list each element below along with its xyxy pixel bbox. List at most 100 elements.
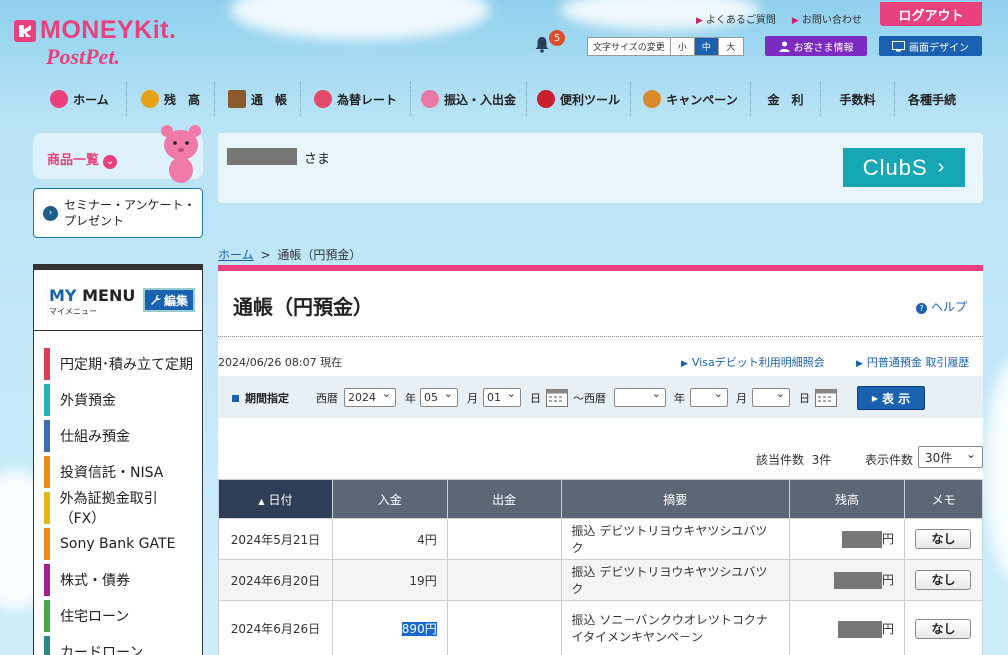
top-links: ▶ よくあるご質問 ▶ お問い合わせ <box>696 11 862 26</box>
passbook-table: ▲ 日付 入金 出金 摘要 残高 メモ 2024年5月21日 4円 振込 デビツト… <box>218 479 984 655</box>
nav-fees[interactable]: 手数料 <box>821 82 895 116</box>
breadcrumb-current: 通帳（円預金） <box>277 248 362 262</box>
from-year-select[interactable]: 2024 <box>344 387 396 407</box>
sort-up-icon: ▲ <box>258 496 265 506</box>
nav-home[interactable]: ホーム <box>33 82 127 116</box>
clubs-banner[interactable]: ClubS › <box>843 148 965 187</box>
font-size-label: 文字サイズの変更 <box>588 38 671 55</box>
nav-exchange-rate[interactable]: 為替レート <box>301 82 411 116</box>
cell-memo: なし <box>903 600 984 655</box>
product-list-label: 商品一覧 <box>47 153 100 168</box>
monitor-icon <box>892 40 905 51</box>
cake-icon <box>313 90 332 108</box>
mymenu-subtitle: マイメニュー <box>49 307 97 316</box>
nav-tools[interactable]: 便利ツール <box>527 82 631 116</box>
visa-debit-link[interactable]: ▶ Visaデビット利用明細照会 <box>681 354 825 370</box>
cell-description: 振込 ソニ－バンクウオレツトコクナイタイメンキヤンペ－ン <box>560 600 791 655</box>
to-month-select[interactable] <box>690 387 728 407</box>
postpet-bear-icon <box>161 125 201 183</box>
redacted-balance <box>833 572 882 589</box>
table-row: 2024年6月26日 890円 振込 ソニ－バンクウオレツトコクナイタイメンキヤ… <box>218 600 984 655</box>
col-deposit-header: 入金 <box>331 479 448 519</box>
wrench-icon <box>150 295 161 305</box>
show-button[interactable]: ▶ 表 示 <box>857 386 925 410</box>
screen-design-button[interactable]: 画面デザイン <box>879 36 982 56</box>
k-mark-icon <box>14 20 36 42</box>
era-label: 西暦 <box>316 392 338 405</box>
brand-name: MONEYKit. <box>40 16 177 44</box>
triangle-right-icon: ▶ <box>696 16 703 26</box>
calendar-icon[interactable] <box>815 387 837 407</box>
moneykit-logo[interactable]: MONEYKit. PostPet. <box>14 16 204 74</box>
timestamp: 2024/06/26 08:07 現在 <box>218 356 343 369</box>
help-link[interactable]: ? ヘルプ <box>916 298 967 315</box>
font-size-switch: 文字サイズの変更 小 中 大 <box>587 37 744 56</box>
cell-deposit: 890円 <box>331 600 448 655</box>
transaction-history-link[interactable]: ▶ 円普通預金 取引履歴 <box>856 354 969 370</box>
nav-balance[interactable]: 残 高 <box>127 82 215 116</box>
mymenu-item-stocks-bonds[interactable]: 株式・債券 <box>44 564 194 596</box>
nav-campaign[interactable]: キャンペーン <box>631 82 751 116</box>
mymenu-item-sony-bank-gate[interactable]: Sony Bank GATE <box>44 528 194 560</box>
to-month-unit: 月 <box>736 392 747 405</box>
contact-link[interactable]: ▶ お問い合わせ <box>792 11 862 26</box>
mymenu-item-card-loan[interactable]: カードローン <box>44 636 194 655</box>
cell-balance: 円 <box>789 559 905 601</box>
mymenu-item-fx[interactable]: 外為証拠金取引（FX） <box>44 491 194 527</box>
cell-description: 振込 デビツトリヨウキヤツシユバツク <box>560 559 791 601</box>
chevron-right-icon: › <box>937 156 946 178</box>
result-count: 該当件数 3件 <box>756 453 832 467</box>
nav-interest[interactable]: 金 利 <box>751 82 821 116</box>
seminar-link[interactable]: › セミナー・アンケート・プレゼント <box>33 188 203 238</box>
selected-amount: 890円 <box>401 622 437 636</box>
mymenu-item-structured-deposit[interactable]: 仕組み預金 <box>44 420 194 452</box>
day-unit: 日 <box>530 392 541 405</box>
mymenu-item-investment-trust[interactable]: 投資信託・NISA <box>44 456 194 488</box>
cell-date: 2024年5月21日 <box>218 518 333 560</box>
person-icon <box>779 41 789 52</box>
passbook-panel: 通帳（円預金） ? ヘルプ 2024/06/26 08:07 現在 ▶ Visaデビ… <box>218 265 984 655</box>
font-size-medium[interactable]: 中 <box>694 38 719 55</box>
triangle-right-icon: ▶ <box>856 359 863 369</box>
col-memo-header: メモ <box>903 479 984 519</box>
table-header-row: ▲ 日付 入金 出金 摘要 残高 メモ <box>218 479 984 519</box>
seminar-label: セミナー・アンケート・プレゼント <box>64 198 196 228</box>
mymenu-item-foreign-deposit[interactable]: 外貨預金 <box>44 384 194 416</box>
breadcrumb-home[interactable]: ホーム <box>218 248 254 262</box>
font-size-large[interactable]: 大 <box>719 38 743 55</box>
page-title: 通帳（円預金） <box>233 295 373 319</box>
to-day-select[interactable] <box>752 387 790 407</box>
chevron-right-icon: › <box>43 206 58 221</box>
font-size-small[interactable]: 小 <box>671 38 695 55</box>
nav-transfer[interactable]: 振込・入出金 <box>411 82 527 116</box>
table-row: 2024年6月20日 19円 振込 デビツトリヨウキヤツシユバツク 円 なし <box>218 559 984 601</box>
triangle-right-icon: ▶ <box>871 393 878 403</box>
memo-button[interactable]: なし <box>915 618 972 639</box>
mymenu-item-time-deposit[interactable]: 円定期･積み立て定期 <box>44 348 194 380</box>
per-page-select[interactable]: 30件 <box>918 446 983 468</box>
redacted-balance <box>841 531 882 548</box>
to-year-select[interactable] <box>614 387 666 407</box>
mymenu-item-mortgage[interactable]: 住宅ローン <box>44 600 194 632</box>
period-label: 期間指定 <box>232 390 289 406</box>
memo-button[interactable]: なし <box>915 570 972 590</box>
nav-passbook[interactable]: 通 帳 <box>215 82 301 116</box>
from-day-select[interactable]: 01 <box>483 387 521 407</box>
per-page-label: 表示件数 <box>865 453 914 467</box>
calendar-icon[interactable] <box>546 387 568 407</box>
burger-icon <box>643 90 662 108</box>
month-unit: 月 <box>467 392 478 405</box>
period-filter: 期間指定 西暦 2024 年 05 月 01 日 ～西暦 年 月 日 ▶表 示 <box>218 376 983 418</box>
col-date-header[interactable]: ▲ 日付 <box>218 479 333 519</box>
from-month-select[interactable]: 05 <box>420 387 458 407</box>
mymenu-divider <box>34 330 202 331</box>
bear-icon <box>50 90 69 108</box>
mymenu-edit-button[interactable]: 編集 <box>143 288 195 312</box>
memo-button[interactable]: なし <box>915 529 972 549</box>
nav-procedures[interactable]: 各種手続 <box>895 82 969 116</box>
cell-balance: 円 <box>789 518 905 560</box>
logout-button[interactable]: ログアウト <box>880 2 982 26</box>
chocolate-icon <box>227 90 246 108</box>
customer-info-button[interactable]: お客さま情報 <box>765 36 867 56</box>
faq-link[interactable]: ▶ よくあるご質問 <box>696 11 776 26</box>
